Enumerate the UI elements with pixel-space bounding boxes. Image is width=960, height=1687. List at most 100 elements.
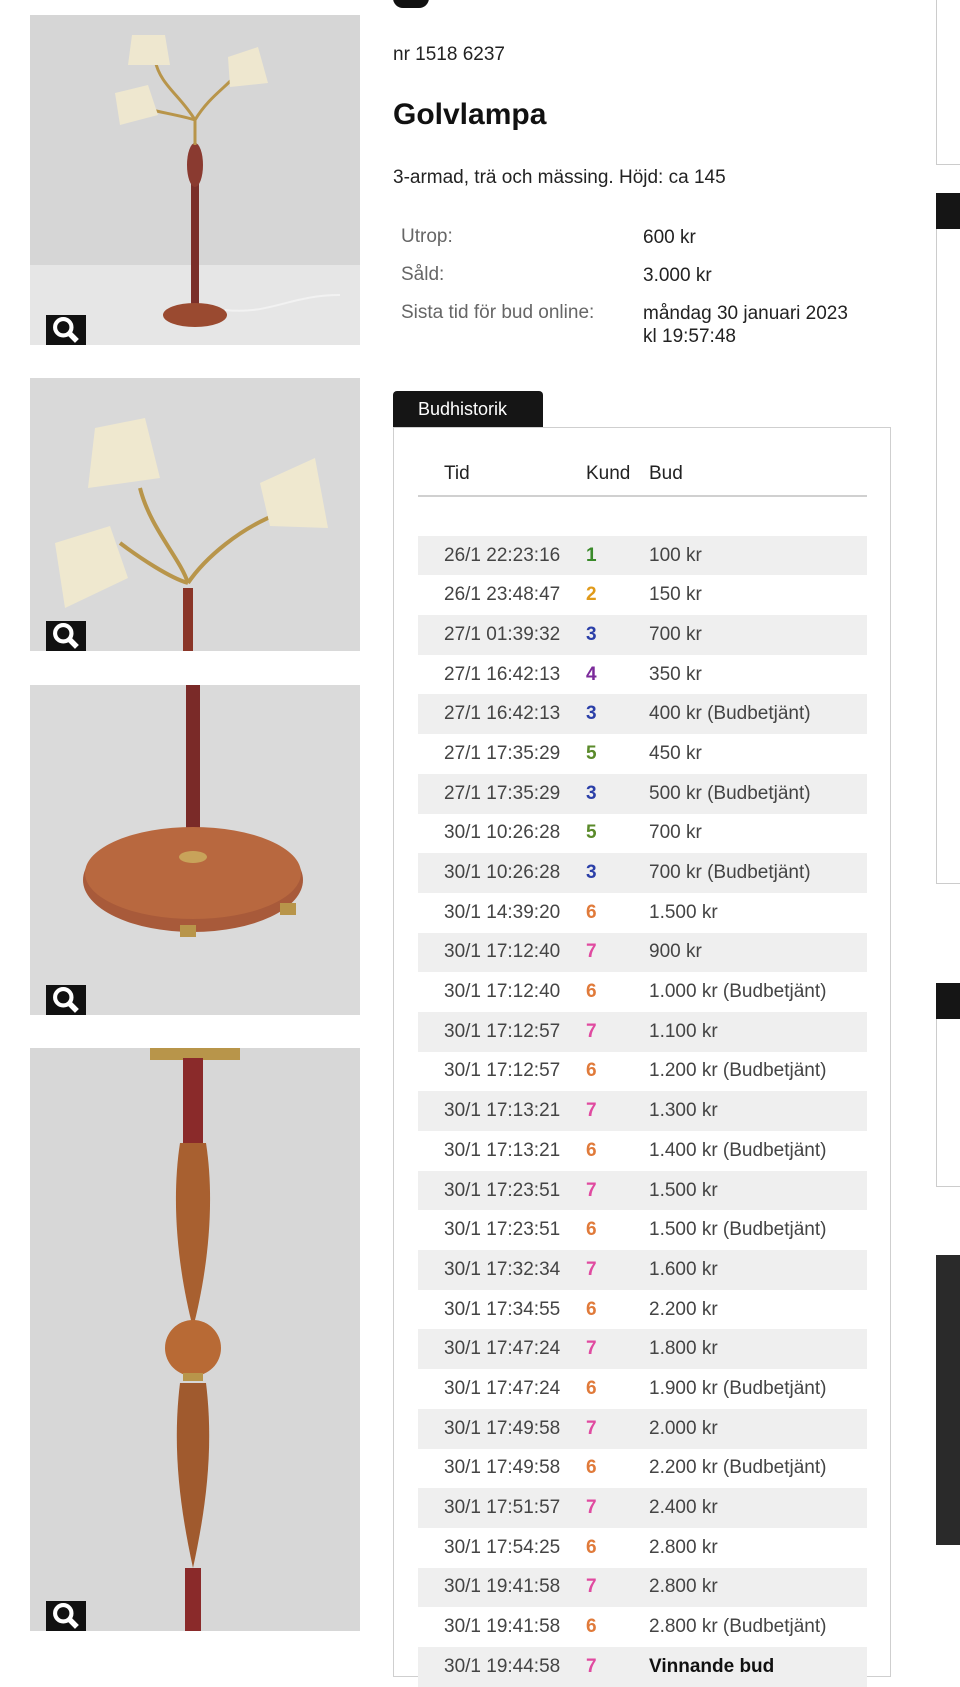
bid-amount: 500 kr (Budbetjänt) bbox=[649, 773, 867, 814]
bid-time: 27/1 17:35:29 bbox=[418, 773, 586, 814]
bid-time: 30/1 10:26:28 bbox=[444, 822, 561, 844]
bid-time: 30/1 17:12:40 bbox=[444, 981, 561, 1003]
table-row: 27/1 17:35:29 5 450 kr bbox=[418, 734, 867, 774]
table-row: 30/1 17:51:57 7 2.400 kr bbox=[418, 1488, 867, 1528]
table-row: 30/1 17:34:55 6 2.200 kr bbox=[418, 1290, 867, 1330]
bid-customer: 3 bbox=[586, 615, 649, 655]
product-image-3[interactable] bbox=[30, 685, 360, 1015]
column-header-bid: Bud bbox=[649, 452, 867, 497]
column-header-time: Tid bbox=[418, 452, 586, 497]
bid-customer: 6 bbox=[586, 1139, 597, 1161]
bid-amount: 400 kr (Budbetjänt) bbox=[649, 694, 867, 735]
table-row: 30/1 17:32:34 7 1.600 kr bbox=[418, 1250, 867, 1290]
bid-amount: 1.600 kr bbox=[649, 1250, 867, 1290]
lamp-shades-photo bbox=[30, 378, 360, 651]
product-image-1[interactable] bbox=[30, 15, 360, 345]
bid-time: 30/1 17:12:57 bbox=[444, 1060, 561, 1082]
bid-customer: 7 bbox=[586, 1011, 649, 1052]
bid-time: 30/1 10:26:28 bbox=[418, 853, 586, 893]
bid-customer: 6 bbox=[586, 1616, 597, 1638]
bid-customer: 5 bbox=[586, 822, 597, 844]
bid-time: 30/1 17:47:24 bbox=[418, 1329, 586, 1370]
bid-amount: 1.500 kr bbox=[649, 901, 718, 923]
bid-time: 30/1 17:49:58 bbox=[444, 1457, 561, 1479]
detail-row-deadline: Sista tid för bud online: måndag 30 janu… bbox=[401, 302, 848, 348]
bid-amount: 1.400 kr (Budbetjänt) bbox=[649, 1139, 827, 1161]
bid-time: 27/1 17:35:29 bbox=[444, 742, 561, 764]
share-icon[interactable] bbox=[393, 0, 429, 8]
bid-customer: 7 bbox=[586, 1408, 649, 1449]
table-row: 30/1 17:54:25 6 2.800 kr bbox=[418, 1528, 867, 1568]
zoom-icon[interactable] bbox=[46, 985, 86, 1015]
bid-customer: 6 bbox=[586, 1536, 597, 1558]
bid-amount: 2.000 kr bbox=[649, 1408, 867, 1449]
tab-bid-history[interactable]: Budhistorik bbox=[393, 391, 543, 427]
detail-row-sold: Såld: 3.000 kr bbox=[401, 264, 848, 287]
bid-amount: 1.200 kr (Budbetjänt) bbox=[649, 1060, 827, 1082]
bid-history-table: Tid Kund Bud 26/1 22:23:16 1 100 kr 26/1 23… bbox=[418, 452, 867, 1687]
bid-customer: 7 bbox=[586, 1250, 649, 1290]
bid-customer: 6 bbox=[586, 1377, 597, 1399]
bid-time: 27/1 16:42:13 bbox=[444, 663, 561, 685]
bid-amount: 150 kr bbox=[649, 584, 702, 606]
table-row: 27/1 16:42:13 4 350 kr bbox=[418, 655, 867, 695]
detail-row-estimate: Utrop: 600 kr bbox=[401, 226, 848, 249]
bid-customer: 7 bbox=[586, 1646, 649, 1687]
table-row: 27/1 01:39:32 3 700 kr bbox=[418, 615, 867, 655]
bid-time: 30/1 17:23:51 bbox=[418, 1170, 586, 1211]
side-panel-header bbox=[936, 983, 960, 1019]
bid-amount: 2.200 kr bbox=[649, 1298, 718, 1320]
bid-customer: 7 bbox=[586, 1488, 649, 1528]
bid-customer: 3 bbox=[586, 694, 649, 735]
column-header-customer: Kund bbox=[586, 452, 649, 497]
product-image-2[interactable] bbox=[30, 378, 360, 651]
bid-customer: 6 bbox=[586, 1060, 597, 1082]
bid-customer: 6 bbox=[586, 901, 597, 923]
bid-amount: 700 kr bbox=[649, 615, 867, 655]
bid-time: 27/1 16:42:13 bbox=[418, 694, 586, 735]
bid-customer: 7 bbox=[586, 1329, 649, 1370]
table-row: 30/1 10:26:28 5 700 kr bbox=[418, 814, 867, 854]
bid-time: 26/1 22:23:16 bbox=[418, 535, 586, 576]
bid-time: 30/1 14:39:20 bbox=[444, 901, 561, 923]
bid-time: 30/1 17:34:55 bbox=[444, 1298, 561, 1320]
bid-time: 30/1 17:12:57 bbox=[418, 1011, 586, 1052]
table-row: 30/1 17:49:58 7 2.000 kr bbox=[418, 1408, 867, 1449]
bid-time: 30/1 17:51:57 bbox=[418, 1488, 586, 1528]
bid-time: 30/1 17:12:40 bbox=[418, 932, 586, 973]
bid-time: 30/1 17:13:21 bbox=[444, 1139, 561, 1161]
bid-time: 30/1 17:23:51 bbox=[444, 1219, 561, 1241]
bid-customer: 6 bbox=[586, 1457, 597, 1479]
zoom-icon[interactable] bbox=[46, 621, 86, 651]
bid-amount: 2.200 kr (Budbetjänt) bbox=[649, 1457, 827, 1479]
bid-customer: 5 bbox=[586, 742, 597, 764]
table-row: 30/1 19:41:58 6 2.800 kr (Budbetjänt) bbox=[418, 1607, 867, 1647]
zoom-icon[interactable] bbox=[46, 1601, 86, 1631]
table-row: 27/1 17:35:29 3 500 kr (Budbetjänt) bbox=[418, 773, 867, 814]
table-row: 30/1 17:12:40 6 1.000 kr (Budbetjänt) bbox=[418, 972, 867, 1012]
bid-time: 30/1 17:49:58 bbox=[418, 1408, 586, 1449]
bid-amount: 2.800 kr bbox=[649, 1536, 718, 1558]
lamp-base-photo bbox=[30, 685, 360, 1015]
bid-amount: 1.000 kr (Budbetjänt) bbox=[649, 981, 827, 1003]
table-row: 30/1 17:23:51 7 1.500 kr bbox=[418, 1170, 867, 1211]
detail-label: Sista tid för bud online: bbox=[401, 302, 595, 323]
bid-customer: 7 bbox=[586, 1567, 649, 1608]
detail-label: Utrop: bbox=[401, 226, 453, 247]
detail-value: 3.000 kr bbox=[643, 265, 712, 286]
product-image-4[interactable] bbox=[30, 1048, 360, 1631]
bid-amount: 1.500 kr (Budbetjänt) bbox=[649, 1219, 827, 1241]
table-row: 30/1 17:47:24 7 1.800 kr bbox=[418, 1329, 867, 1370]
bid-amount: 700 kr (Budbetjänt) bbox=[649, 853, 867, 893]
side-image-thumbnail[interactable] bbox=[936, 1255, 960, 1545]
bid-amount: 700 kr bbox=[649, 822, 702, 844]
bid-customer: 4 bbox=[586, 663, 597, 685]
bid-customer: 2 bbox=[586, 584, 597, 606]
zoom-icon[interactable] bbox=[46, 315, 86, 345]
lot-description: 3-armad, trä och mässing. Höjd: ca 145 bbox=[393, 167, 726, 188]
lamp-full-photo bbox=[30, 15, 360, 345]
table-row: 30/1 14:39:20 6 1.500 kr bbox=[418, 893, 867, 933]
bid-time: 30/1 19:41:58 bbox=[444, 1616, 561, 1638]
table-row: 30/1 19:44:58 7 Vinnande bud bbox=[418, 1646, 867, 1687]
lamp-stem-photo bbox=[30, 1048, 360, 1631]
